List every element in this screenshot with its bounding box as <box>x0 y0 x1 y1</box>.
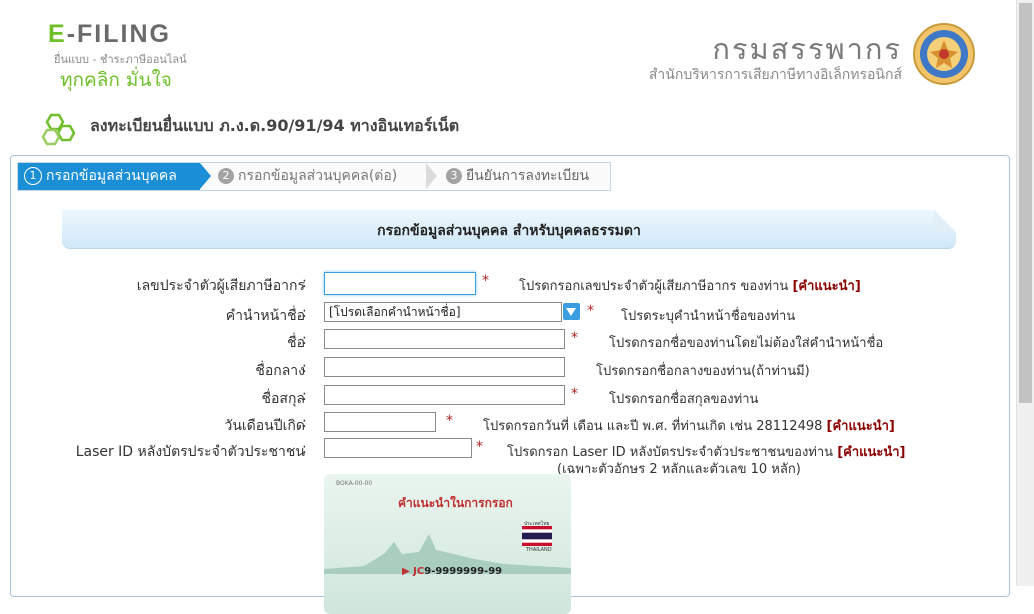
hexagon-logo-icon <box>41 113 76 146</box>
middle-name-input[interactable] <box>324 357 565 377</box>
middle-name-row: ชื่อกลาง : โปรดกรอกชื่อกลางของท่าน(ถ้าท่… <box>11 357 1009 381</box>
colon: : <box>302 441 307 457</box>
birth-date-help-link[interactable]: [คำแนะนำ] <box>827 419 895 434</box>
birth-date-label: วันเดือนปีเกิด <box>224 418 305 434</box>
title-hint: โปรดระบุคำนำหน้าชื่อของท่าน <box>621 309 796 324</box>
step-indicator: 1 กรอกข้อมูลส่วนบุคคล 2 กรอกข้อมูลส่วนบุคค… <box>17 162 611 191</box>
step-number: 2 <box>218 168 234 184</box>
tax-id-row: เลขประจำตัวผู้เสียภาษีอากร : * โปรดกรอกเ… <box>11 272 1009 296</box>
colon: : <box>302 305 307 321</box>
birth-date-hint: โปรดกรอกวันที่ เดือน และปี พ.ศ. ที่ท่านเ… <box>483 419 895 434</box>
revenue-department-subtitle: สำนักบริหารการเสียภาษีทางอิเล็กทรอนิกส์ <box>648 67 902 83</box>
step-label: กรอกข้อมูลส่วนบุคคล <box>46 168 177 184</box>
required-marker: * <box>571 330 578 346</box>
middle-name-label: ชื่อกลาง <box>255 363 305 379</box>
tax-id-help-link[interactable]: [คำแนะนำ] <box>792 279 860 294</box>
first-name-input[interactable] <box>324 329 565 349</box>
card-title: คำแนะนำในการกรอก <box>398 496 513 510</box>
laser-id-help-link[interactable]: [คำแนะนำ] <box>837 445 905 460</box>
laser-id-sample-card: BOKA-00-00 คำแนะนำในการกรอก ประเทศไทย TH… <box>324 474 571 614</box>
laser-id-label: Laser ID หลังบัตรประจำตัวประชาชน <box>75 444 305 460</box>
colon: : <box>302 332 307 348</box>
tax-id-input[interactable] <box>324 272 476 295</box>
efiling-wordmark: E-FILING <box>48 20 171 48</box>
laser-id-format-note: (เฉพาะตัวอักษร 2 หลักและตัวเลข 10 หลัก) <box>557 462 801 477</box>
title-row: คำนำหน้าชื่อ : [โปรดเลือกคำนำหน้าชื่อ] *… <box>11 302 1009 326</box>
card-code: BOKA-00-00 <box>336 480 373 487</box>
step-2: 2 กรอกข้อมูลส่วนบุคคล(ต่อ) <box>212 163 397 190</box>
page-title: ลงทะเบียนยื่นแบบ ภ.ง.ด.90/91/94 ทางอินเท… <box>90 116 460 135</box>
birth-date-row: วันเดือนปีเกิด : * โปรดกรอกวันที่ เดือน … <box>11 412 1009 436</box>
required-marker: * <box>476 439 483 455</box>
step-3: 3 ยืนยันการลงทะเบียน <box>440 163 589 190</box>
scrollbar-thumb[interactable] <box>1019 3 1032 403</box>
tax-id-hint: โปรดกรอกเลขประจำตัวผู้เสียภาษีอากร ของท่… <box>519 279 861 294</box>
title-label: คำนำหน้าชื่อ <box>225 308 305 324</box>
laser-id-input[interactable] <box>324 438 472 458</box>
laser-id-row: Laser ID หลังบัตรประจำตัวประชาชน : * โปร… <box>11 438 1009 462</box>
colon: : <box>302 275 307 291</box>
efiling-slogan: ทุกคลิก มั่นใจ <box>60 69 172 91</box>
last-name-label: ชื่อสกุล <box>261 391 305 407</box>
colon: : <box>302 388 307 404</box>
first-name-hint: โปรดกรอกชื่อของท่านโดยไม่ต้องใส่คำนำหน้า… <box>609 336 884 351</box>
middle-name-hint: โปรดกรอกชื่อกลางของท่าน(ถ้าท่านมี) <box>596 364 810 379</box>
step-number: 3 <box>446 168 462 184</box>
section-banner: กรอกข้อมูลส่วนบุคคล สำหรับบุคคลธรรมดา <box>62 210 956 249</box>
required-marker: * <box>446 413 453 429</box>
title-select[interactable]: [โปรดเลือกคำนำหน้าชื่อ] <box>324 302 562 322</box>
country-label: THAILAND <box>526 547 552 553</box>
thailand-flag-icon <box>522 526 552 546</box>
first-name-row: ชื่อ : * โปรดกรอกชื่อของท่านโดยไม่ต้องใส… <box>11 329 1009 353</box>
step-number: 1 <box>24 167 42 185</box>
step-1: 1 กรอกข้อมูลส่วนบุคคล <box>18 163 211 190</box>
required-marker: * <box>571 386 578 402</box>
vertical-scrollbar[interactable] <box>1016 0 1034 586</box>
section-title: กรอกข้อมูลส่วนบุคคล สำหรับบุคคลธรรมดา <box>377 223 641 239</box>
colon: : <box>302 360 307 376</box>
chevron-down-icon[interactable] <box>563 303 580 320</box>
tax-id-label: เลขประจำตัวผู้เสียภาษีอากร <box>136 278 305 294</box>
last-name-hint: โปรดกรอกชื่อสกุลของท่าน <box>609 392 759 407</box>
birth-date-input[interactable] <box>324 412 436 432</box>
card-laser-id: ▶ JC9-9999999-99 <box>402 566 503 577</box>
step-label: กรอกข้อมูลส่วนบุคคล(ต่อ) <box>238 168 398 184</box>
last-name-row: ชื่อสกุล : * โปรดกรอกชื่อสกุลของท่าน <box>11 385 1009 409</box>
required-marker: * <box>482 273 489 289</box>
step-separator <box>426 163 437 189</box>
registration-panel: 1 กรอกข้อมูลส่วนบุคคล 2 กรอกข้อมูลส่วนบุคค… <box>10 155 1010 614</box>
colon: : <box>302 415 307 431</box>
last-name-input[interactable] <box>324 385 565 405</box>
efiling-logo[interactable]: E-FILING ยื่นแบบ - ชำระภาษีออนไลน์ ทุกคล… <box>46 20 206 92</box>
flag-caption: ประเทศไทย <box>524 521 550 527</box>
step-label: ยืนยันการลงทะเบียน <box>466 168 590 184</box>
revenue-department-seal-icon <box>913 23 975 85</box>
required-marker: * <box>587 303 594 319</box>
